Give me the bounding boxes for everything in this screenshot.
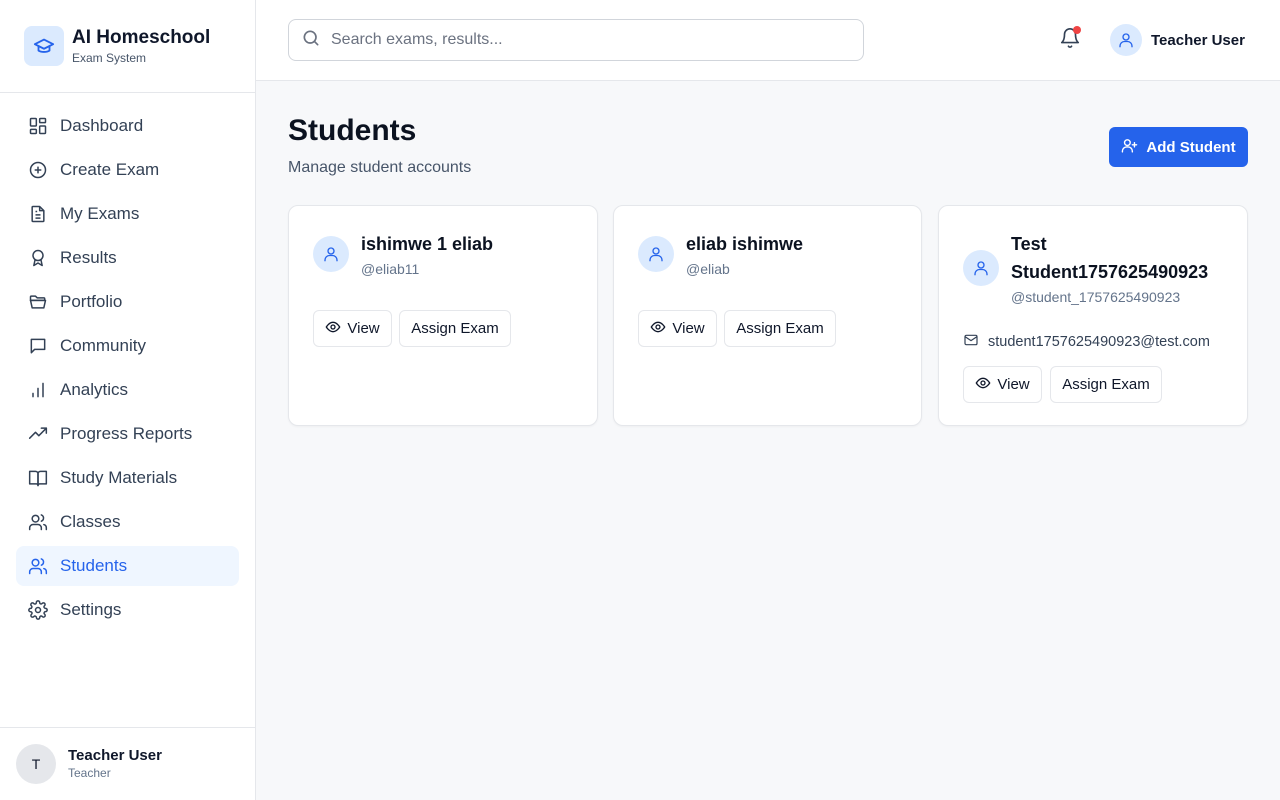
user-plus-icon — [1121, 137, 1138, 158]
sidebar-user[interactable]: T Teacher User Teacher — [0, 727, 255, 800]
dashboard-icon — [28, 116, 48, 136]
add-student-label: Add Student — [1146, 138, 1236, 156]
view-button[interactable]: View — [963, 366, 1042, 403]
assign-exam-button[interactable]: Assign Exam — [1050, 366, 1162, 403]
sidebar-item-settings[interactable]: Settings — [16, 590, 239, 630]
student-username: @student_1757625490923 — [1011, 289, 1181, 305]
user-icon — [1110, 24, 1142, 56]
student-username: @eliab — [686, 261, 730, 277]
student-name: eliab ishimwe — [686, 234, 804, 254]
brand-subtitle: Exam System — [72, 50, 147, 65]
award-icon — [28, 248, 48, 268]
sidebar-nav: Dashboard Create Exam My Exams Results P… — [16, 106, 239, 634]
brand-title: AI Homeschool — [72, 26, 211, 48]
search-input[interactable] — [331, 31, 831, 49]
graduation-cap-icon — [24, 26, 64, 66]
user-name: Teacher User — [68, 747, 162, 764]
sidebar-item-label: Classes — [60, 512, 121, 531]
add-student-button[interactable]: Add Student — [1109, 127, 1248, 167]
page-subtitle: Manage student accounts — [288, 159, 472, 176]
sidebar-item-label: Study Materials — [60, 468, 178, 487]
user-icon — [963, 250, 999, 286]
sidebar-item-classes[interactable]: Classes — [16, 502, 239, 542]
top-header: Teacher User — [256, 0, 1280, 81]
sidebar-item-community[interactable]: Community — [16, 326, 239, 366]
plus-circle-icon — [28, 160, 48, 180]
search-icon — [301, 28, 321, 53]
student-card: Test Student1757625490923 @student_17576… — [938, 205, 1248, 426]
sidebar-item-label: Settings — [60, 600, 122, 619]
users-icon — [28, 512, 48, 532]
assign-exam-button[interactable]: Assign Exam — [399, 310, 511, 347]
document-icon — [28, 204, 48, 224]
sidebar-item-portfolio[interactable]: Portfolio — [16, 282, 239, 322]
users-icon — [28, 556, 48, 576]
header-user-menu[interactable]: Teacher User — [1110, 24, 1245, 56]
student-email-text: student1757625490923@test.com — [988, 334, 1210, 350]
notifications-button[interactable] — [1058, 26, 1082, 52]
eye-icon — [325, 319, 341, 339]
sidebar-item-analytics[interactable]: Analytics — [16, 370, 239, 410]
student-name: ishimwe 1 eliab — [361, 234, 494, 254]
sidebar-item-label: Portfolio — [60, 292, 123, 311]
user-role: Teacher — [68, 766, 111, 780]
view-button[interactable]: View — [313, 310, 392, 347]
sidebar-item-label: Create Exam — [60, 160, 160, 179]
sidebar-item-create-exam[interactable]: Create Exam — [16, 150, 239, 190]
avatar: T — [16, 744, 56, 784]
eye-icon — [975, 375, 991, 395]
mail-icon — [963, 332, 979, 352]
sidebar-item-study-materials[interactable]: Study Materials — [16, 458, 239, 498]
student-card: eliab ishimwe @eliab View Assign Exam — [613, 205, 922, 426]
chat-icon — [28, 336, 48, 356]
folder-icon — [28, 292, 48, 312]
student-email: student1757625490923@test.com — [963, 332, 1210, 352]
notification-dot — [1073, 26, 1081, 34]
sidebar-item-label: Dashboard — [60, 116, 144, 135]
sidebar-item-label: Community — [60, 336, 146, 355]
book-icon — [28, 468, 48, 488]
sidebar-item-label: Analytics — [60, 380, 129, 399]
user-icon — [313, 236, 349, 272]
user-icon — [638, 236, 674, 272]
bar-chart-icon — [28, 380, 48, 400]
sidebar-item-progress-reports[interactable]: Progress Reports — [16, 414, 239, 454]
assign-exam-button[interactable]: Assign Exam — [724, 310, 836, 347]
student-username: @eliab11 — [361, 261, 420, 277]
sidebar-item-label: Progress Reports — [60, 424, 193, 443]
trending-up-icon — [28, 424, 48, 444]
sidebar-item-label: My Exams — [60, 204, 140, 223]
sidebar-item-students[interactable]: Students — [16, 546, 239, 586]
sidebar-item-dashboard[interactable]: Dashboard — [16, 106, 239, 146]
sidebar: AI Homeschool Exam System Dashboard Crea… — [0, 0, 256, 800]
view-button[interactable]: View — [638, 310, 717, 347]
eye-icon — [650, 319, 666, 339]
page-title: Students — [288, 114, 417, 147]
student-card: ishimwe 1 eliab @eliab11 View Assign Exa… — [288, 205, 598, 426]
sidebar-item-label: Results — [60, 248, 117, 267]
gear-icon — [28, 600, 48, 620]
sidebar-item-label: Students — [60, 556, 128, 575]
student-name: Test Student1757625490923 — [1011, 234, 1209, 282]
search-box[interactable] — [288, 19, 864, 61]
sidebar-item-my-exams[interactable]: My Exams — [16, 194, 239, 234]
brand[interactable]: AI Homeschool Exam System — [0, 0, 255, 93]
sidebar-item-results[interactable]: Results — [16, 238, 239, 278]
header-user-name: Teacher User — [1151, 31, 1245, 49]
